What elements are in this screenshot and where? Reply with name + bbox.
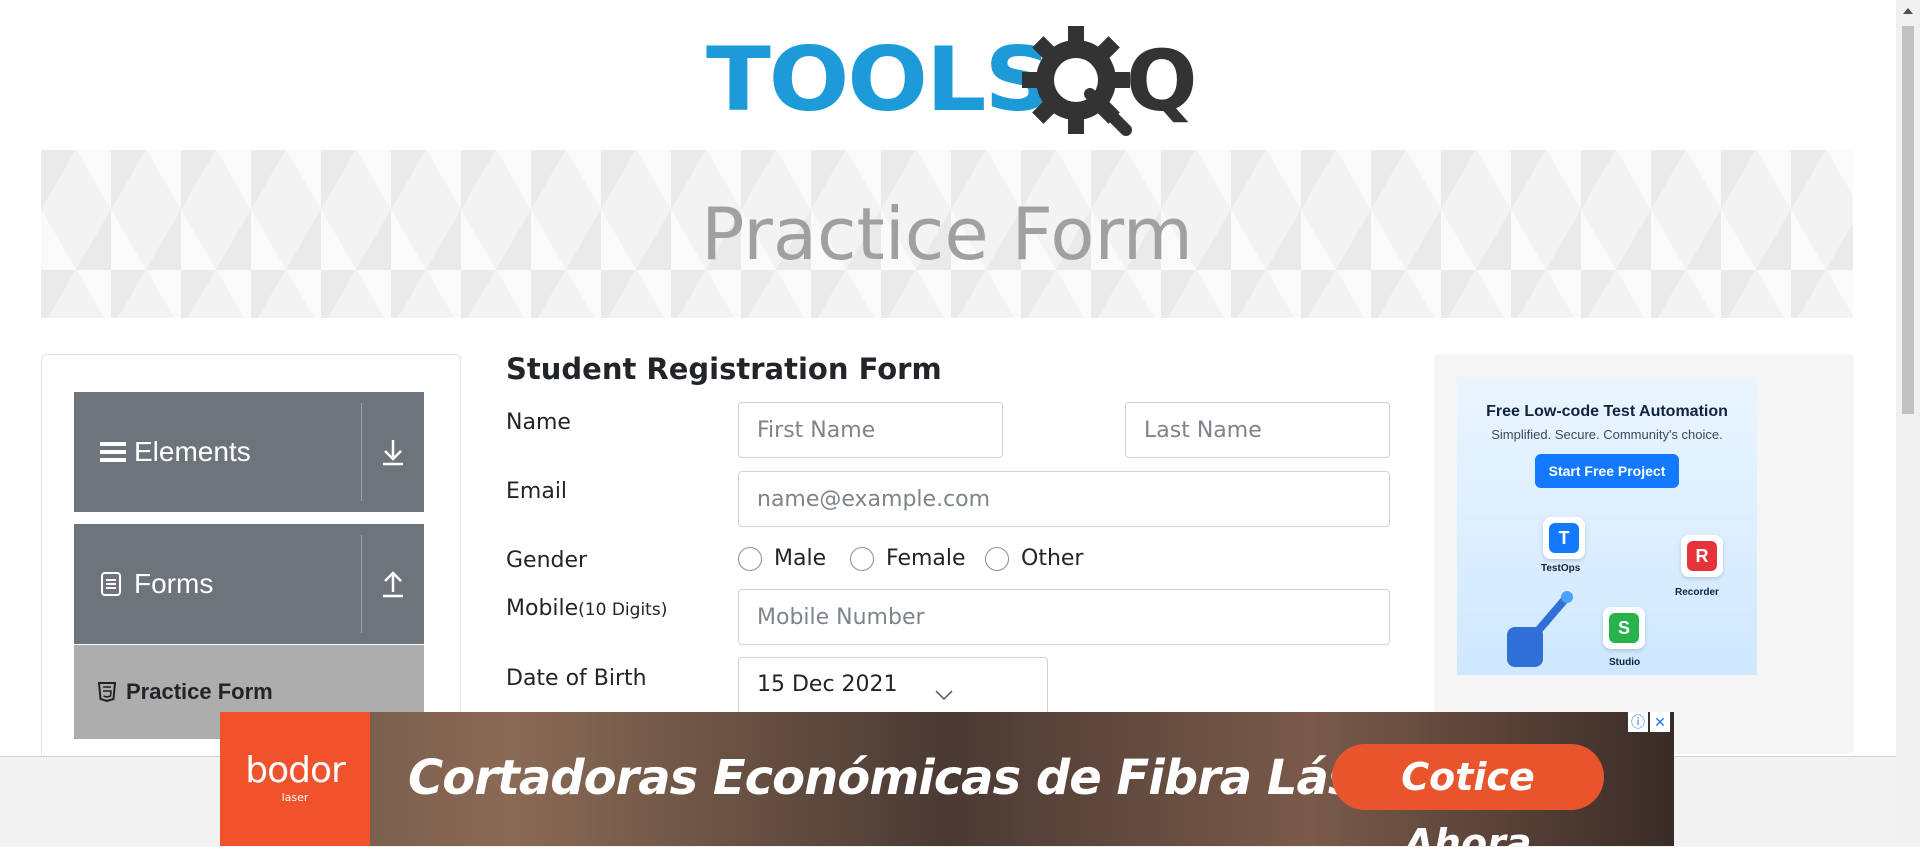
radio-label: Female: [886, 546, 966, 571]
email-label: Email: [506, 479, 568, 504]
radio-circle[interactable]: [738, 546, 762, 571]
gender-label: Gender: [506, 548, 588, 573]
date-of-birth-input[interactable]: 15 Dec 2021: [738, 657, 1048, 717]
ad-subline: Simplified. Secure. Community's choice.: [1491, 427, 1723, 442]
studio-badge-icon: S: [1603, 607, 1645, 649]
right-ad-container: Free Low-code Test Automation Simplified…: [1434, 354, 1854, 754]
ad-slogan: Cortadoras Económicas de Fibra Láser: [408, 750, 1411, 806]
page-banner: Practice Form: [41, 150, 1853, 318]
cotice-ahora-button[interactable]: Cotice Ahora: [1332, 744, 1604, 846]
document-icon: [100, 571, 128, 597]
gender-radio-male[interactable]: Male: [738, 546, 826, 571]
gender-radio-other[interactable]: Other: [985, 546, 1083, 571]
mobile-hint: (10 Digits): [578, 600, 668, 620]
close-icon[interactable]: ✕: [1650, 712, 1670, 732]
recorder-badge-icon: R: [1681, 535, 1723, 577]
sidebar-group-label: Elements: [134, 436, 251, 467]
name-label: Name: [506, 410, 571, 435]
katalon-ad[interactable]: Free Low-code Test Automation Simplified…: [1457, 377, 1757, 675]
page-title: Practice Form: [701, 192, 1193, 276]
mobile-label-text: Mobile: [506, 596, 579, 621]
dob-label: Date of Birth: [506, 666, 647, 691]
bottom-ad-banner[interactable]: bodor laser Cortadoras Económicas de Fib…: [220, 712, 1674, 846]
ad-info-icon[interactable]: ⓘ: [1628, 712, 1648, 732]
download-arrow-icon[interactable]: [362, 438, 424, 466]
hamburger-icon: [100, 439, 128, 465]
gender-radio-female[interactable]: Female: [850, 546, 966, 571]
radio-circle[interactable]: [850, 546, 874, 571]
badge-caption: Studio: [1609, 657, 1641, 668]
robot-arm-icon: [1507, 591, 1573, 667]
ad-headline: Free Low-code Test Automation: [1486, 403, 1728, 420]
chevron-down-icon: [935, 690, 953, 700]
scroll-up-arrow-icon[interactable]: [1903, 8, 1913, 14]
badge-caption: TestOps: [1541, 563, 1581, 574]
toolsqa-logo[interactable]: TOOLS QA: [706, 22, 1196, 138]
last-name-input[interactable]: [1125, 402, 1390, 458]
bodor-logo: bodor laser: [220, 712, 370, 846]
mobile-label: Mobile(10 Digits): [506, 596, 667, 621]
sidebar-item-label: Practice Form: [126, 679, 273, 704]
scrollbar-thumb[interactable]: [1902, 26, 1914, 414]
gear-magnifier-icon: QA: [1022, 26, 1196, 136]
logo-text: TOOLS: [706, 28, 1053, 131]
svg-text:QA: QA: [1126, 32, 1196, 130]
upload-arrow-icon[interactable]: [362, 570, 424, 598]
first-name-input[interactable]: [738, 402, 1003, 458]
page-scrollbar[interactable]: [1896, 0, 1920, 846]
testops-badge-icon: T: [1543, 517, 1585, 559]
radio-label: Male: [774, 546, 827, 571]
radio-circle[interactable]: [985, 546, 1009, 571]
form-title: Student Registration Form: [506, 352, 942, 386]
html5-icon: [98, 682, 116, 702]
sidebar-group-label: Forms: [134, 568, 214, 599]
brand-name: bodor: [245, 750, 346, 791]
radio-label: Other: [1021, 546, 1084, 571]
brand-sub: laser: [281, 791, 309, 804]
dob-value: 15 Dec 2021: [757, 672, 898, 697]
badge-caption: Recorder: [1675, 587, 1719, 598]
sidebar-group-elements[interactable]: Elements: [74, 392, 424, 512]
sidebar-group-forms[interactable]: Forms: [74, 524, 424, 644]
mobile-input[interactable]: [738, 589, 1390, 645]
email-input[interactable]: [738, 471, 1390, 527]
ad-controls: ⓘ ✕: [1628, 712, 1670, 732]
start-free-project-button[interactable]: Start Free Project: [1534, 454, 1680, 488]
